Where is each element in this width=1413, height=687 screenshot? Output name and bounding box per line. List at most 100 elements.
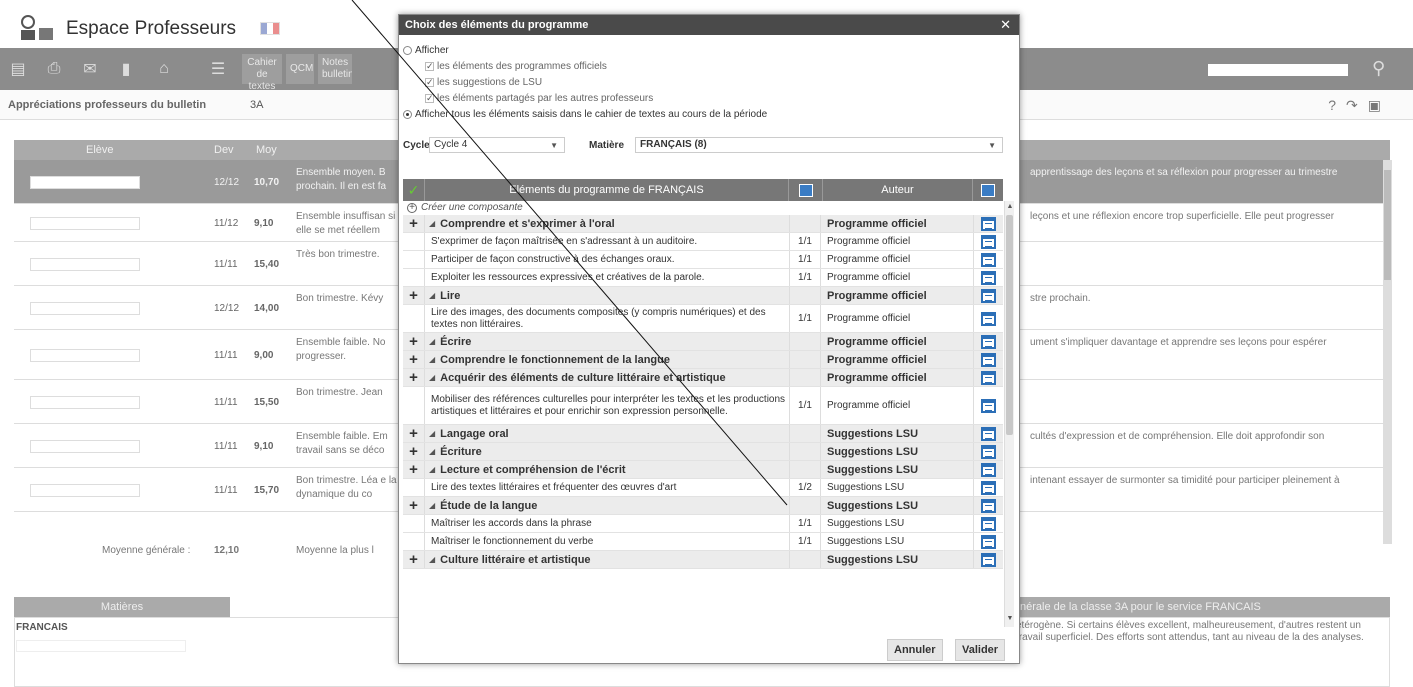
calendar-icon-cell[interactable] xyxy=(973,287,1003,304)
plus-icon[interactable]: + xyxy=(403,551,425,568)
appreciation-text-right[interactable]: leçons et une réflexion encore trop supe… xyxy=(1030,210,1380,224)
calendar-icon-cell[interactable] xyxy=(973,251,1003,268)
expand-triangle-icon[interactable]: ◢ xyxy=(429,464,435,476)
col-elements[interactable]: Eléments du programme de FRANÇAIS xyxy=(425,179,789,201)
calendar-icon-cell[interactable] xyxy=(973,425,1003,442)
option-afficher-tous[interactable]: Afficher tous les éléments saisis dans l… xyxy=(403,109,767,120)
category-row[interactable]: + ◢ Langage oral Suggestions LSU xyxy=(403,425,1003,443)
select-cell[interactable] xyxy=(403,515,425,532)
appreciation-text[interactable]: Bon trimestre. Léa e la dynamique du co xyxy=(296,474,406,502)
print-icon[interactable]: ⎙ xyxy=(40,56,68,82)
category-row[interactable]: + ◢ Comprendre et s'exprimer à l'oral Progr… xyxy=(403,215,1003,233)
calendar-icon-cell[interactable] xyxy=(973,233,1003,250)
language-flag-icon[interactable] xyxy=(260,22,280,35)
calendar-icon-cell[interactable] xyxy=(973,369,1003,386)
appreciation-text[interactable]: Bon trimestre. Jean xyxy=(296,386,406,400)
save-icon[interactable]: ▤ xyxy=(4,56,32,82)
checkbox-elements-partages[interactable]: ✓ les éléments partagés par les autres p… xyxy=(425,93,653,104)
element-row[interactable]: Mobiliser des références culturelles pou… xyxy=(403,387,1003,425)
close-icon[interactable]: ✕ xyxy=(1000,15,1011,35)
validate-button[interactable]: Valider xyxy=(955,639,1006,661)
cancel-button[interactable]: Annuler xyxy=(887,639,943,661)
calendar-icon-cell[interactable] xyxy=(973,443,1003,460)
plus-icon[interactable]: + xyxy=(403,215,425,232)
element-row[interactable]: S'exprimer de façon maîtrisée en s'adres… xyxy=(403,233,1003,251)
mail-icon[interactable]: ✉ xyxy=(76,56,104,82)
category-row[interactable]: + ◢ Écrire Programme officiel xyxy=(403,333,1003,351)
expand-triangle-icon[interactable]: ◢ xyxy=(429,372,435,384)
calendar-icon-cell[interactable] xyxy=(973,515,1003,532)
expand-triangle-icon[interactable]: ◢ xyxy=(429,290,435,302)
category-row[interactable]: + ◢ Lecture et compréhension de l'écrit Sug… xyxy=(403,461,1003,479)
expand-triangle-icon[interactable]: ◢ xyxy=(429,554,435,566)
class-selector[interactable]: 3A xyxy=(250,99,263,111)
help-icons[interactable]: ?↷▣ xyxy=(1328,97,1391,114)
select-cell[interactable] xyxy=(403,269,425,286)
alert-icon[interactable]: ▮ xyxy=(112,56,140,82)
calendar-icon-cell[interactable] xyxy=(973,461,1003,478)
dialog-scrollbar[interactable]: ▲ ▼ xyxy=(1004,201,1014,627)
element-row[interactable]: Lire des textes littéraires et fréquente… xyxy=(403,479,1003,497)
plus-icon[interactable]: + xyxy=(403,369,425,386)
category-row[interactable]: + ◢ Acquérir des éléments de culture litté… xyxy=(403,369,1003,387)
database-icon[interactable]: ☰ xyxy=(204,56,232,82)
matiere-select[interactable]: FRANÇAIS (8) ▼ xyxy=(635,137,1003,153)
radio-afficher[interactable] xyxy=(403,46,412,55)
sort-icon[interactable] xyxy=(789,179,823,201)
scroll-thumb[interactable] xyxy=(1006,215,1013,435)
expand-triangle-icon[interactable]: ◢ xyxy=(429,336,435,348)
checkbox-programmes-officiels[interactable]: ✓ les éléments des programmes officiels xyxy=(425,61,607,72)
calendar-icon-cell[interactable] xyxy=(973,479,1003,496)
option-afficher[interactable]: Afficher xyxy=(403,45,449,56)
appreciation-text-right[interactable]: stre prochain. xyxy=(1030,292,1380,306)
select-cell[interactable] xyxy=(403,387,425,424)
appreciation-text-right[interactable]: ument s'impliquer davantage et apprendre… xyxy=(1030,336,1380,350)
col-eleve[interactable]: Elève xyxy=(86,144,114,156)
appreciation-text[interactable]: Très bon trimestre. xyxy=(296,248,406,262)
expand-triangle-icon[interactable]: ◢ xyxy=(429,428,435,440)
appreciation-text[interactable]: Ensemble faible. Em travail sans se déco xyxy=(296,430,406,458)
col-auteur[interactable]: Auteur xyxy=(823,179,973,201)
create-component-link[interactable]: + Créer une composante xyxy=(403,201,1003,215)
col-dev[interactable]: Dev xyxy=(214,144,234,156)
checkbox-suggestions-lsu[interactable]: ✓ les suggestions de LSU xyxy=(425,77,542,88)
category-row[interactable]: + ◢ Écriture Suggestions LSU xyxy=(403,443,1003,461)
appreciation-text[interactable]: Ensemble insuffisan si elle se met réell… xyxy=(296,210,406,238)
category-row[interactable]: + ◢ Culture littéraire et artistique Sugges… xyxy=(403,551,1003,569)
grid-scrollbar[interactable] xyxy=(1383,160,1392,544)
plus-icon[interactable]: + xyxy=(403,425,425,442)
calendar-icon-cell[interactable] xyxy=(973,269,1003,286)
home-icon[interactable]: ⌂ xyxy=(150,56,178,82)
select-cell[interactable] xyxy=(403,533,425,550)
calendar-icon-cell[interactable] xyxy=(973,351,1003,368)
appreciation-text[interactable]: Bon trimestre. Kévy xyxy=(296,292,406,306)
radio-afficher-tous[interactable] xyxy=(403,110,412,119)
select-cell[interactable] xyxy=(403,233,425,250)
cycle-select[interactable]: Cycle 4 ▼ xyxy=(429,137,565,153)
plus-icon[interactable]: + xyxy=(403,461,425,478)
category-row[interactable]: + ◢ Lire Programme officiel xyxy=(403,287,1003,305)
category-row[interactable]: + ◢ Étude de la langue Suggestions LSU xyxy=(403,497,1003,515)
category-row[interactable]: + ◢ Comprendre le fonctionnement de la lan… xyxy=(403,351,1003,369)
cahier-de-textes-button[interactable]: Cahier de textes xyxy=(242,54,282,92)
element-row[interactable]: Exploiter les ressources expressives et … xyxy=(403,269,1003,287)
scroll-up-icon[interactable]: ▲ xyxy=(1005,203,1015,213)
select-cell[interactable] xyxy=(403,305,425,332)
appreciation-text-right[interactable]: intenant essayer de surmonter sa timidit… xyxy=(1030,474,1380,488)
expand-triangle-icon[interactable]: ◢ xyxy=(429,500,435,512)
element-row[interactable]: Maîtriser le fonctionnement du verbe 1/1 S… xyxy=(403,533,1003,551)
col-moy[interactable]: Moy xyxy=(256,144,277,156)
qcm-button[interactable]: QCM xyxy=(286,54,314,84)
appreciation-text[interactable]: Ensemble moyen. B prochain. Il en est fa xyxy=(296,166,406,194)
appreciation-text-right[interactable]: apprentissage des leçons et sa réflexion… xyxy=(1030,166,1380,180)
element-row[interactable]: Lire des images, des documents composite… xyxy=(403,305,1003,333)
user-menu-icon[interactable]: ⚲ xyxy=(1372,58,1400,82)
calendar-icon-cell[interactable] xyxy=(973,215,1003,232)
appreciation-text-right[interactable]: cultés d'expression et de compréhension.… xyxy=(1030,430,1380,444)
select-all-check-icon[interactable]: ✓ xyxy=(403,179,425,201)
calendar-icon-cell[interactable] xyxy=(973,497,1003,514)
plus-icon[interactable]: + xyxy=(403,333,425,350)
calendar-icon-cell[interactable] xyxy=(973,551,1003,568)
plus-icon[interactable]: + xyxy=(403,351,425,368)
plus-icon[interactable]: + xyxy=(403,287,425,304)
